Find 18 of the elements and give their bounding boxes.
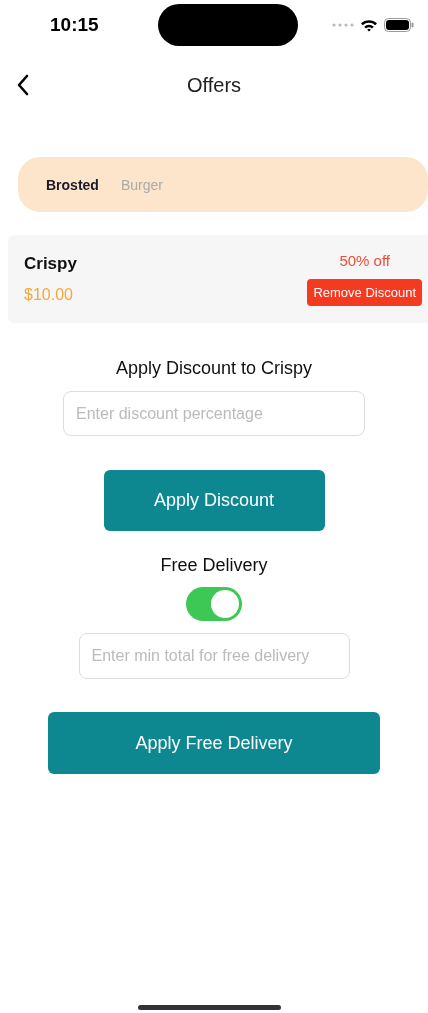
page-title: Offers [186, 73, 242, 97]
signal-icon [332, 23, 354, 27]
item-price: $10.00 [24, 286, 74, 304]
category-tab[interactable]: Brosted [46, 176, 99, 193]
back-icon[interactable] [16, 74, 30, 96]
status-time: 10:15 [50, 14, 100, 36]
remove-discount-button[interactable]: Remove Discount [307, 279, 422, 306]
item-name: Crispy [24, 254, 77, 274]
discount-heading: Apply Discount to Crispy [115, 358, 313, 379]
discount-input[interactable]: Enter discount percentage [63, 391, 365, 436]
wifi-icon [360, 18, 378, 32]
apply-free-delivery-button[interactable]: Apply Free Delivery [48, 712, 380, 774]
free-delivery-toggle[interactable] [186, 587, 242, 621]
min-total-input[interactable]: Enter min total for free delivery [78, 633, 350, 679]
discount-label: 50% off [339, 252, 390, 269]
battery-icon [384, 18, 414, 32]
free-delivery-label: Free Delivery [160, 555, 268, 576]
apply-discount-button[interactable]: Apply Discount [103, 470, 325, 531]
